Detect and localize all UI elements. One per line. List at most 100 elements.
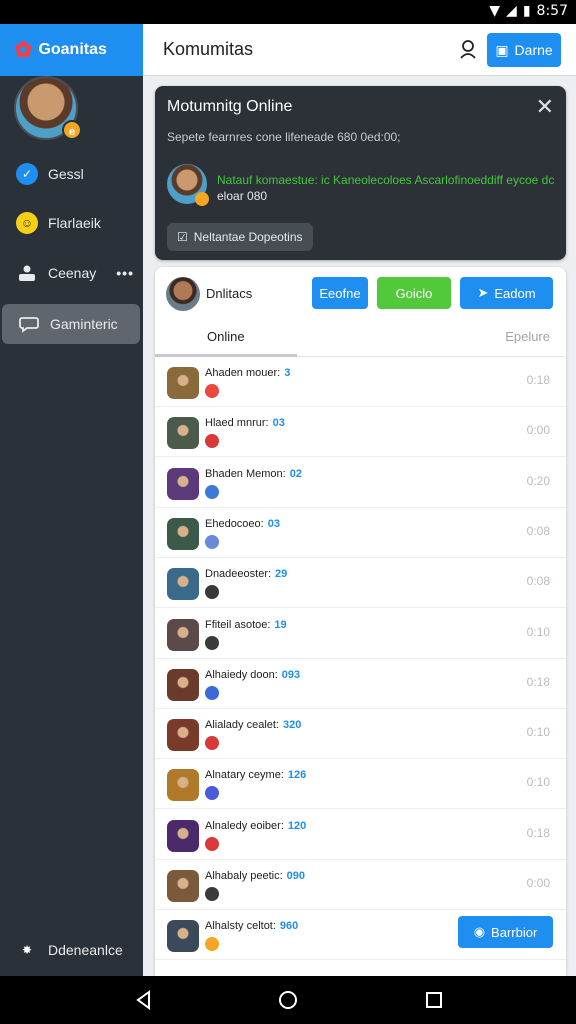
list-item[interactable]: Ffiteil asotoe: 19 0:10: [155, 609, 566, 659]
sidebar-item-gessl[interactable]: ✓ Gessl: [0, 154, 143, 194]
list-item[interactable]: Alhaiedy doon: 093 0:18: [155, 659, 566, 709]
member-name-text: Hlaed mnrur:: [205, 417, 269, 430]
card-action-button[interactable]: ☑ Neltantae Dopeotins: [167, 223, 313, 251]
sidebar-footer-item[interactable]: ✸ Ddeneanlce: [0, 930, 143, 970]
page-title: Komumitas: [163, 39, 254, 59]
panel-header: Dnlitacs Eeofne Goiclo ➤ Eadom: [155, 267, 566, 317]
member-name-text: Alhabaly peetic:: [205, 870, 283, 882]
tab-explore[interactable]: Epelure: [505, 329, 550, 344]
sidebar-item-label: Ceenay: [48, 265, 97, 281]
wifi-icon: ▼: [489, 3, 501, 19]
member-avatar: [167, 769, 199, 802]
status-badge: [205, 887, 219, 901]
send-icon: ➤: [477, 285, 489, 300]
status-badge: [205, 937, 219, 952]
more-icon[interactable]: •••: [116, 265, 134, 281]
member-name: Alhalsty celtot: 960: [205, 920, 298, 932]
demo-button[interactable]: ▣ Darne: [487, 33, 561, 67]
member-count: 126: [287, 769, 307, 782]
panel-button-2[interactable]: Goiclo: [377, 277, 451, 309]
panel-button-label: Eeofne: [319, 285, 361, 301]
member-name-text: Ehedocoeo:: [205, 517, 264, 530]
list-item[interactable]: Alialady cealet: 320 0:10: [155, 709, 566, 760]
member-count: 960: [279, 920, 299, 933]
group-icon: [16, 262, 38, 284]
member-avatar: [167, 819, 199, 852]
brand-name: Goanitas: [38, 41, 107, 58]
member-avatar: [167, 920, 199, 953]
member-time: 0:20: [526, 473, 550, 488]
check-icon: ✓: [16, 163, 38, 185]
list-item[interactable]: Bhaden Memon: 02 0:20: [155, 458, 566, 508]
member-name-text: Alnatary ceyme:: [205, 769, 284, 782]
status-badge: [205, 685, 219, 700]
recents-icon[interactable]: [422, 988, 446, 1012]
member-avatar: [167, 417, 199, 450]
user-avatar[interactable]: e: [14, 76, 82, 140]
top-bar: Komumitas ▣ Darne: [143, 24, 576, 76]
member-avatar: [167, 870, 199, 902]
card-avatar: [167, 164, 209, 206]
member-avatar: [167, 517, 199, 550]
back-icon[interactable]: [132, 988, 156, 1012]
logo-icon: ✿: [14, 37, 33, 62]
sim-icon: ◢: [506, 3, 517, 19]
card-message-rest: eloar 080: [217, 189, 268, 204]
member-time: 0:18: [526, 825, 550, 840]
panel-button-3[interactable]: ➤ Eadom: [460, 277, 553, 309]
member-name-text: Ffiteil asotoe:: [205, 618, 271, 631]
sparkle-icon: ✸: [21, 943, 33, 957]
status-badge: [205, 585, 219, 600]
brand-header[interactable]: ✿ Goanitas: [0, 24, 143, 76]
list-item[interactable]: Alnaledy eoiber: 120 0:18: [155, 810, 566, 860]
list-item[interactable]: Alhalsty celtot: 960 ◉ Barrbior: [155, 910, 566, 961]
card-message: Natauf komaestue: ic Kaneolecoloes Ascar…: [217, 172, 555, 204]
member-name: Dnadeeoster: 29: [205, 568, 287, 580]
member-avatar: [167, 367, 199, 399]
list-item[interactable]: Hlaed mnrur: 03 0:00: [155, 407, 566, 458]
member-name: Hlaed mnrur: 03: [205, 417, 285, 429]
member-name: Ahaden mouer: 3: [205, 367, 290, 379]
member-name-text: Alnaledy eoiber:: [205, 819, 284, 832]
status-badge: [205, 635, 219, 650]
member-time: 0:18: [526, 674, 550, 689]
avatar-badge: e: [62, 120, 82, 140]
member-action-button[interactable]: ◉ Barrbior: [458, 916, 553, 949]
list-item[interactable]: Ehedocoeo: 03 0:08: [155, 508, 566, 558]
status-badge: [205, 786, 219, 801]
tab-online[interactable]: Online: [207, 329, 245, 344]
home-icon[interactable]: [276, 988, 300, 1012]
list-item[interactable]: Alnatary ceyme: 126 0:10: [155, 759, 566, 810]
list-item[interactable]: Alhabaly peetic: 090 0:00: [155, 860, 566, 910]
avatar-badge: [195, 192, 209, 206]
sidebar-item-flarlaeik[interactable]: ☺ Flarlaeik: [0, 203, 143, 243]
panel-button-label: Eadom: [494, 285, 536, 301]
user-icon[interactable]: [457, 38, 479, 60]
member-time: 0:10: [526, 725, 550, 740]
member-count: 320: [283, 719, 302, 732]
member-name-text: Alhaiedy doon:: [205, 668, 278, 681]
card-action-label: Neltantae Dopeotins: [193, 230, 303, 244]
badge-icon: ▣: [495, 41, 509, 58]
close-icon[interactable]: ✕: [536, 94, 554, 120]
card-title: Motumnitg Online: [167, 98, 293, 115]
panel-button-1[interactable]: Eeofne: [312, 277, 368, 309]
chat-bubble-icon: [18, 313, 40, 335]
member-count: 093: [281, 668, 301, 681]
status-badge: [205, 534, 219, 549]
member-count: 3: [284, 367, 291, 379]
member-time: 0:08: [526, 523, 550, 538]
sidebar-item-label: Flarlaeik: [48, 215, 101, 231]
sidebar-item-ceenay[interactable]: Ceenay •••: [0, 253, 143, 293]
sidebar-item-gaminteric[interactable]: Gaminteric: [2, 304, 140, 344]
member-count: 090: [286, 870, 306, 882]
notification-card: Motumnitg Online ✕ Sepete fearnres cone …: [155, 86, 566, 260]
clock-time: 8:57: [536, 3, 568, 19]
list-item[interactable]: Dnadeeoster: 29 0:08: [155, 558, 566, 609]
member-time: 0:10: [526, 775, 550, 790]
member-avatar: [167, 467, 199, 500]
sidebar-item-label: Gessl: [48, 166, 84, 182]
panel-tabs: Online Epelure: [155, 317, 566, 357]
list-item[interactable]: Ahaden mouer: 3 0:18: [155, 357, 566, 407]
member-name: Alialady cealet: 320: [205, 719, 301, 731]
